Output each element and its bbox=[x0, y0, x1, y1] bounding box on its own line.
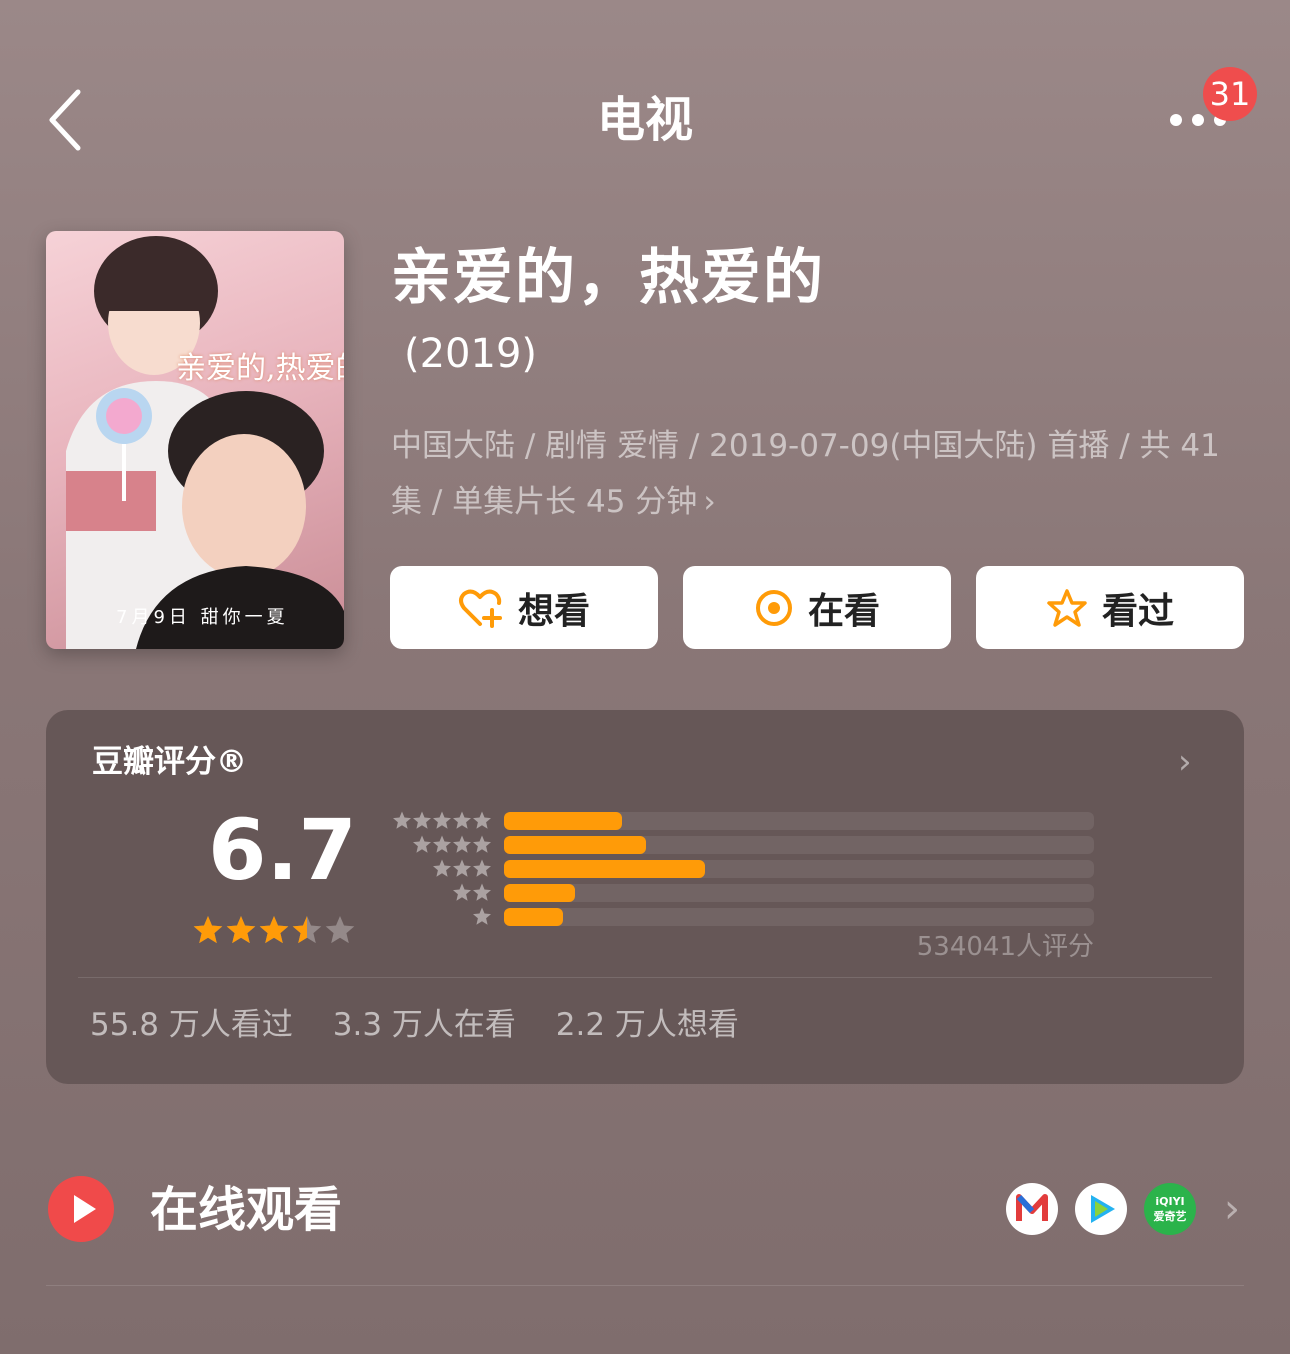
rating-score: 6.7 bbox=[208, 801, 357, 899]
rating-bar-track bbox=[504, 860, 1094, 878]
rating-bar-fill bbox=[504, 884, 575, 902]
notification-badge: 31 bbox=[1203, 67, 1257, 121]
star-group-icon bbox=[453, 883, 491, 901]
poster-title: 亲爱的,热爱的 bbox=[176, 351, 344, 386]
rating-bar-row bbox=[382, 858, 1098, 880]
rating-bar-track bbox=[504, 812, 1094, 830]
watching-label: 在看 bbox=[807, 590, 880, 632]
divider bbox=[46, 1285, 1244, 1286]
rating-star bbox=[292, 916, 322, 944]
tencent-video-icon[interactable] bbox=[1075, 1183, 1127, 1235]
star-outline-icon bbox=[1047, 588, 1087, 627]
rating-bar-row bbox=[382, 906, 1098, 928]
show-title: 亲爱的，热爱的 bbox=[391, 243, 825, 313]
rating-star bbox=[193, 916, 223, 944]
rating-bar-row bbox=[382, 834, 1098, 856]
rating-bar-fill bbox=[504, 908, 563, 926]
star-group-icon bbox=[393, 811, 491, 829]
watching-button[interactable]: 在看 bbox=[683, 566, 951, 649]
rating-stats: 55.8 万人看过 3.3 万人在看 2.2 万人想看 bbox=[90, 1003, 769, 1047]
more-dot-icon bbox=[1192, 114, 1204, 126]
rating-distribution bbox=[382, 810, 1098, 930]
star-group-icon bbox=[473, 907, 491, 925]
watching-count: 3.3 万人在看 bbox=[332, 1007, 516, 1043]
watched-button[interactable]: 看过 bbox=[976, 566, 1244, 649]
want-to-watch-label: 想看 bbox=[517, 590, 590, 632]
play-button[interactable] bbox=[48, 1176, 114, 1242]
divider bbox=[78, 977, 1212, 978]
want-to-watch-button[interactable]: 想看 bbox=[390, 566, 658, 649]
rating-count: 534041人评分 bbox=[916, 932, 1094, 962]
rating-bar-row bbox=[382, 810, 1098, 832]
poster-tagline: 7月9日 甜你一夏 bbox=[116, 607, 289, 628]
chevron-right-icon[interactable]: › bbox=[1178, 742, 1192, 782]
show-meta[interactable]: 中国大陆 / 剧情 爱情 / 2019-07-09(中国大陆) 首播 / 共 4… bbox=[391, 418, 1251, 530]
play-icon bbox=[74, 1195, 96, 1223]
want-count: 2.2 万人想看 bbox=[555, 1007, 739, 1043]
show-meta-text: 中国大陆 / 剧情 爱情 / 2019-07-09(中国大陆) 首播 / 共 4… bbox=[391, 428, 1220, 520]
star-group-icon bbox=[413, 835, 491, 853]
rating-bar-fill bbox=[504, 836, 646, 854]
watched-count: 55.8 万人看过 bbox=[90, 1007, 293, 1043]
mgtv-icon[interactable] bbox=[1006, 1183, 1058, 1235]
rating-bar-row bbox=[382, 882, 1098, 904]
chevron-right-icon: › bbox=[703, 484, 716, 520]
rating-bar-fill bbox=[504, 860, 705, 878]
rating-bar-track bbox=[504, 884, 1094, 902]
rating-star bbox=[226, 916, 256, 944]
poster-image[interactable]: 亲爱的,热爱的 7月9日 甜你一夏 bbox=[46, 231, 344, 649]
watched-label: 看过 bbox=[1101, 590, 1174, 632]
more-dot-icon bbox=[1170, 114, 1182, 126]
rating-bar-track bbox=[504, 836, 1094, 854]
show-year: (2019) bbox=[404, 331, 538, 377]
rating-bar-track bbox=[504, 908, 1094, 926]
heart-plus-icon bbox=[458, 589, 502, 628]
rating-stars bbox=[192, 914, 362, 952]
iqiyi-icon-text: iQIYI 爱奇艺 bbox=[1153, 1195, 1187, 1223]
chevron-right-icon[interactable]: › bbox=[1224, 1186, 1240, 1232]
target-circle-icon bbox=[755, 589, 792, 626]
rating-star bbox=[259, 916, 289, 944]
page-title: 电视 bbox=[596, 92, 693, 148]
iqiyi-icon[interactable]: iQIYI 爱奇艺 bbox=[1144, 1183, 1196, 1235]
star-group-icon bbox=[433, 859, 491, 877]
rating-star bbox=[325, 916, 355, 944]
online-watch-label[interactable]: 在线观看 bbox=[150, 1178, 342, 1242]
rating-title: 豆瓣评分® bbox=[92, 744, 247, 780]
rating-bar-fill bbox=[504, 812, 622, 830]
